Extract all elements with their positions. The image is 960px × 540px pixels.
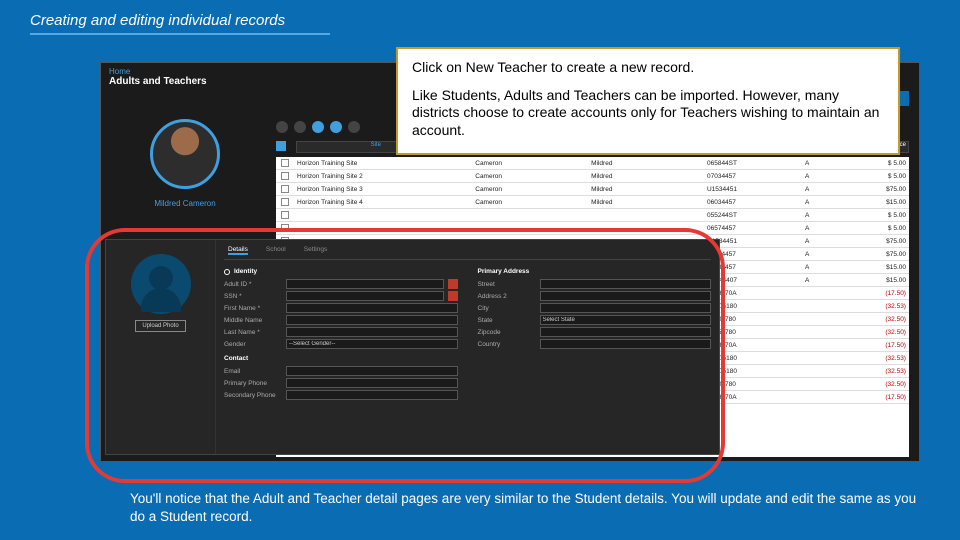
slide-title: Creating and editing individual records: [30, 12, 285, 31]
step-4-icon[interactable]: [330, 121, 342, 133]
step-1-icon[interactable]: [276, 121, 288, 133]
step-2-icon[interactable]: [294, 121, 306, 133]
callout-line-1: Click on New Teacher to create a new rec…: [412, 59, 884, 77]
highlight-form-panel: [85, 228, 725, 483]
profile-sidebar: Mildred Cameron: [105, 109, 265, 208]
avatar: [150, 119, 220, 189]
avatar-name: Mildred Cameron: [105, 199, 265, 208]
select-all-checkbox[interactable]: [276, 141, 286, 151]
instruction-callout: Click on New Teacher to create a new rec…: [396, 47, 900, 155]
table-row[interactable]: Horizon Training Site 2CameronMildred070…: [276, 170, 909, 183]
step-5-icon[interactable]: [348, 121, 360, 133]
title-underline: [30, 33, 330, 35]
table-row[interactable]: Horizon Training Site 3CameronMildredU15…: [276, 183, 909, 196]
table-row[interactable]: Horizon Training SiteCameronMildred06584…: [276, 157, 909, 170]
step-3-icon[interactable]: [312, 121, 324, 133]
callout-line-2: Like Students, Adults and Teachers can b…: [412, 87, 884, 140]
table-row[interactable]: Horizon Training Site 4CameronMildred060…: [276, 196, 909, 209]
footer-note: You'll notice that the Adult and Teacher…: [130, 490, 930, 526]
table-row[interactable]: 055244STA$ 5.00: [276, 209, 909, 222]
